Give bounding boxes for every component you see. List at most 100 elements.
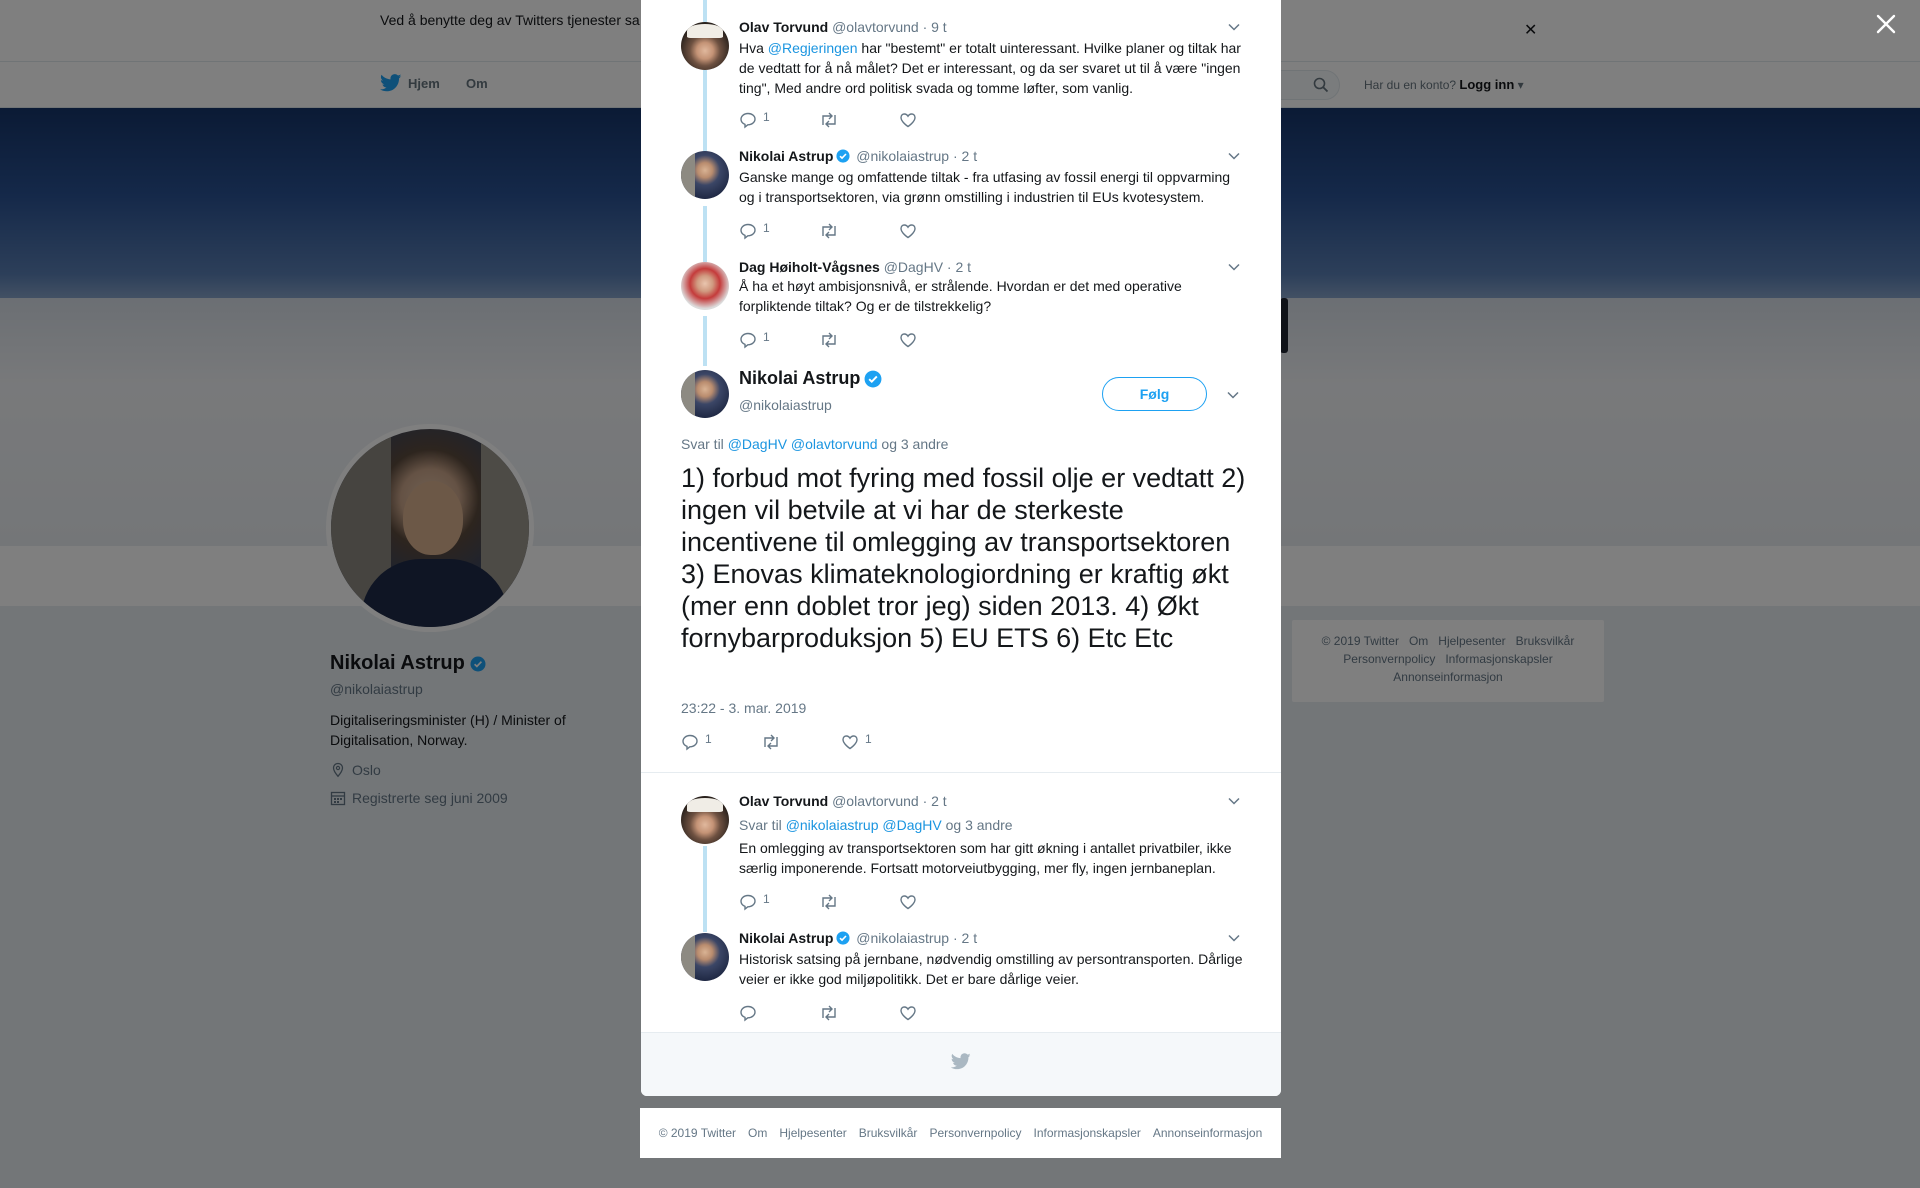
like-button[interactable] <box>899 1004 979 1022</box>
twitter-bird-icon <box>951 1053 971 1070</box>
chevron-down-icon[interactable] <box>1227 149 1241 163</box>
footer-link[interactable]: Personvernpolicy <box>929 1126 1021 1140</box>
tweet-actions: 1 <box>739 110 979 130</box>
mention-link[interactable]: @DagHV <box>728 436 787 452</box>
retweet-button[interactable] <box>819 1004 899 1022</box>
reply-count: 1 <box>763 892 770 906</box>
reply-icon <box>740 332 756 349</box>
like-button[interactable]: 1 <box>841 732 921 751</box>
chevron-down-icon[interactable] <box>1226 388 1240 402</box>
tweet-header: Olav Torvund @olavtorvund · 9 t <box>739 18 947 36</box>
retweet-button[interactable] <box>761 733 841 751</box>
close-icon[interactable] <box>1874 12 1898 36</box>
like-button[interactable] <box>899 331 979 349</box>
like-button[interactable] <box>899 111 979 129</box>
like-icon <box>900 1006 916 1021</box>
footer-link[interactable]: Informasjonskapsler <box>1033 1126 1140 1140</box>
retweet-button[interactable] <box>819 893 899 911</box>
like-icon <box>900 333 916 348</box>
tweet-time[interactable]: · 9 t <box>923 19 947 35</box>
retweet-button[interactable] <box>819 222 899 240</box>
tweet-author-name[interactable]: Dag Høiholt-Vågsnes <box>739 259 880 275</box>
main-tweet-actions: 1 1 <box>681 732 921 751</box>
tweet-time[interactable]: · 2 t <box>953 148 977 164</box>
main-tweet-author[interactable]: Nikolai Astrup <box>739 368 882 389</box>
avatar[interactable] <box>681 796 729 844</box>
footer-link[interactable]: Om <box>748 1126 767 1140</box>
tweet-author-handle[interactable]: @DagHV <box>884 259 943 275</box>
like-icon <box>900 224 916 239</box>
tweet-modal: Olav Torvund @olavtorvund · 9 t Hva @Reg… <box>641 0 1281 1096</box>
tweet-author-name[interactable]: Nikolai Astrup <box>739 930 833 946</box>
tweet-author-handle[interactable]: @olavtorvund <box>832 793 919 809</box>
tweet-actions: 1 <box>739 892 979 912</box>
avatar[interactable] <box>681 151 729 199</box>
reply-icon <box>740 894 756 911</box>
tweet-text: Ganske mange og omfattende tiltak - fra … <box>739 169 1231 205</box>
verified-badge-icon <box>836 149 850 163</box>
reply-button[interactable] <box>739 1004 819 1022</box>
chevron-down-icon[interactable] <box>1227 794 1241 808</box>
tweet-header: Dag Høiholt-Vågsnes @DagHV · 2 t <box>739 258 971 276</box>
footer-link[interactable]: Annonseinformasjon <box>1153 1126 1262 1140</box>
verified-badge-icon <box>864 370 882 387</box>
like-icon <box>900 113 916 128</box>
reply-count: 1 <box>763 110 770 124</box>
reply-icon <box>740 223 756 240</box>
tweet-header: Olav Torvund @olavtorvund · 2 t <box>739 792 947 810</box>
avatar[interactable] <box>681 262 729 310</box>
reply-button[interactable]: 1 <box>739 110 819 129</box>
verified-badge-icon <box>836 931 850 945</box>
tweet-time[interactable]: · 2 t <box>953 930 977 946</box>
tweet-actions: 1 <box>739 330 979 350</box>
avatar[interactable] <box>681 933 729 981</box>
follow-button[interactable]: Følg <box>1102 377 1207 411</box>
chevron-down-icon[interactable] <box>1227 931 1241 945</box>
tweet-header: Nikolai Astrup @nikolaiastrup · 2 t <box>739 147 977 165</box>
tweet-author-handle[interactable]: @nikolaiastrup <box>856 148 949 164</box>
mention-link[interactable]: @Regjeringen <box>768 40 858 56</box>
reply-icon <box>740 1005 756 1022</box>
tweet-author-name[interactable]: Olav Torvund <box>739 793 828 809</box>
footer-link[interactable]: Hjelpesenter <box>779 1126 846 1140</box>
reply-button[interactable]: 1 <box>739 892 819 911</box>
like-button[interactable] <box>899 222 979 240</box>
chevron-down-icon[interactable] <box>1227 20 1241 34</box>
avatar[interactable] <box>681 22 729 70</box>
like-icon <box>842 735 858 750</box>
retweet-button[interactable] <box>819 111 899 129</box>
reply-icon <box>740 112 756 129</box>
main-tweet-avatar[interactable] <box>681 370 729 418</box>
tweet-time[interactable]: · 2 t <box>923 793 947 809</box>
mention-link[interactable]: @olavtorvund <box>791 436 878 452</box>
retweet-icon <box>822 332 836 348</box>
main-tweet-author-name[interactable]: Nikolai Astrup <box>739 368 860 389</box>
reply-button[interactable]: 1 <box>739 330 819 349</box>
modal-footer: © 2019 Twitter Om Hjelpesenter Bruksvilk… <box>640 1108 1281 1158</box>
tweet-text: Å ha et høyt ambisjonsnivå, er strålende… <box>739 278 1182 314</box>
reply-button[interactable]: 1 <box>681 732 761 751</box>
mention-link[interactable]: @DagHV <box>882 817 941 833</box>
footer-link[interactable]: Bruksvilkår <box>859 1126 918 1140</box>
reply-count: 1 <box>763 330 770 344</box>
like-button[interactable] <box>899 893 979 911</box>
reply-count: 1 <box>705 732 712 746</box>
tweet-time[interactable]: · 2 t <box>947 259 971 275</box>
footer-link: © 2019 Twitter <box>658 1126 737 1140</box>
tweet-author-name[interactable]: Olav Torvund <box>739 19 828 35</box>
chevron-down-icon[interactable] <box>1227 260 1241 274</box>
reply-icon <box>682 734 698 751</box>
tweet-actions <box>739 1003 979 1023</box>
tweet-header: Nikolai Astrup @nikolaiastrup · 2 t <box>739 929 977 947</box>
retweet-button[interactable] <box>819 331 899 349</box>
tweet-author-handle[interactable]: @nikolaiastrup <box>856 930 949 946</box>
reply-button[interactable]: 1 <box>739 221 819 240</box>
mention-link[interactable]: @nikolaiastrup <box>786 817 879 833</box>
tweet-actions: 1 <box>739 221 979 241</box>
like-icon <box>900 895 916 910</box>
main-tweet-handle[interactable]: @nikolaiastrup <box>739 397 832 413</box>
main-tweet-timestamp[interactable]: 23:22 - 3. mar. 2019 <box>681 700 806 716</box>
tweet-author-name[interactable]: Nikolai Astrup <box>739 148 833 164</box>
tweet-author-handle[interactable]: @olavtorvund <box>832 19 919 35</box>
tweet-text: Historisk satsing på jernbane, nødvendig… <box>739 951 1243 987</box>
